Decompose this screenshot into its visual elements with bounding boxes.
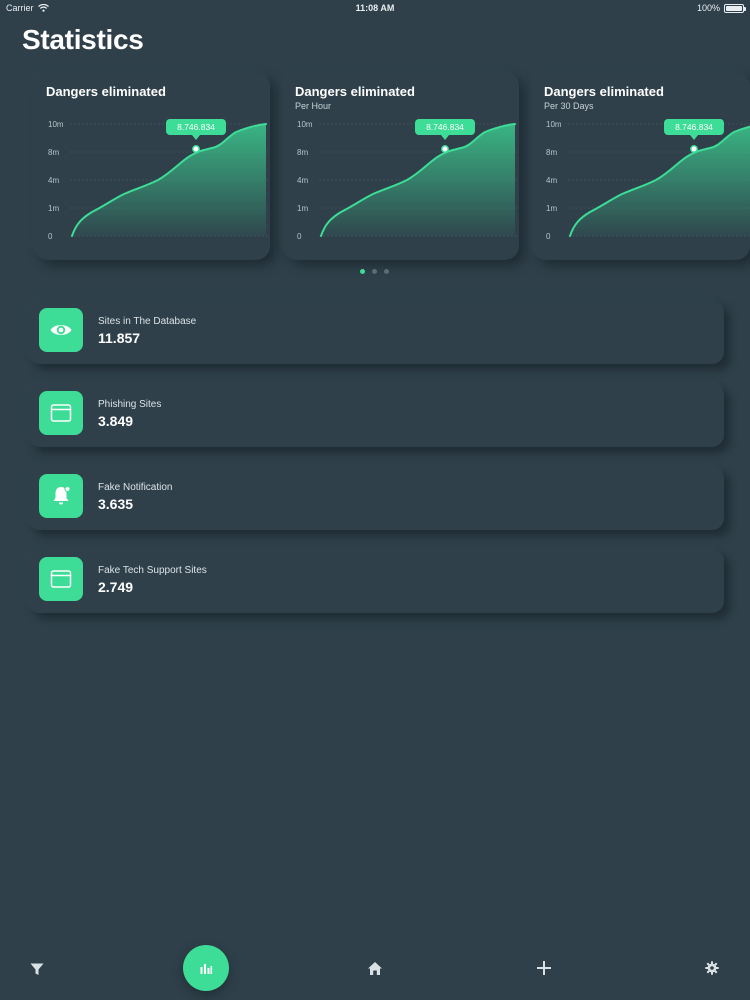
stat-value: 3.635	[98, 496, 134, 512]
home-icon	[368, 961, 382, 975]
eye-icon	[39, 308, 83, 352]
tooltip-pointer	[192, 135, 200, 140]
battery-percent: 100%	[696, 3, 720, 13]
bar-chart-icon	[200, 964, 213, 974]
stat-value: 11.857	[98, 330, 141, 346]
card-subtitle: Per 30 Days	[544, 101, 594, 111]
area-chart: 10m 8m 4m 1m 0 8.746.834	[48, 119, 270, 241]
page-title: Statistics	[22, 24, 144, 55]
stat-row-fake-tech-support[interactable]: Fake Tech Support Sites 2.749	[28, 549, 724, 613]
browser-window-icon	[39, 557, 83, 601]
chart-area	[72, 124, 266, 236]
tab-bar	[0, 940, 750, 1000]
stat-label: Sites in The Database	[98, 316, 197, 327]
tab-add[interactable]	[533, 957, 555, 979]
y-axis-label: 4m	[297, 176, 308, 185]
battery-icon	[724, 3, 746, 13]
y-axis-label: 0	[546, 232, 551, 241]
highlight-point	[690, 145, 698, 153]
tab-filter[interactable]	[26, 958, 48, 980]
bell-icon	[39, 474, 83, 518]
stat-value: 2.749	[98, 579, 134, 595]
y-axis-label: 8m	[546, 148, 557, 157]
browser-window-icon	[39, 391, 83, 435]
stat-row-phishing-sites[interactable]: Phishing Sites 3.849	[28, 383, 724, 447]
card-subtitle: Per Hour	[295, 101, 332, 111]
tooltip-pointer	[690, 135, 698, 140]
card-title: Dangers eliminated	[46, 84, 166, 99]
y-axis-label: 4m	[546, 176, 557, 185]
stat-label: Fake Notification	[98, 482, 173, 493]
y-axis-label: 1m	[48, 204, 59, 213]
tooltip-value: 8.746.834	[675, 122, 713, 132]
stat-row-fake-notification[interactable]: Fake Notification 3.635	[28, 466, 724, 530]
page-dot[interactable]	[384, 269, 389, 274]
chart-card-2[interactable]: Dangers eliminated Per 30 Days 10m 8m 4m 1m…	[532, 72, 750, 260]
battery-indicator: 100%	[696, 3, 746, 13]
tooltip-value: 8.746.834	[177, 122, 215, 132]
y-axis-label: 8m	[48, 148, 59, 157]
status-bar: Carrier 11:08 AM 100%	[0, 0, 750, 16]
stat-label: Phishing Sites	[98, 399, 162, 410]
highlight-point	[192, 145, 200, 153]
tab-settings[interactable]	[701, 957, 723, 979]
y-axis-label: 1m	[297, 204, 308, 213]
page-dot[interactable]	[360, 269, 365, 274]
plus-icon	[537, 961, 551, 975]
y-axis-label: 0	[297, 232, 302, 241]
y-axis-label: 4m	[48, 176, 59, 185]
chart-card-0[interactable]: Dangers eliminated 10m 8m 4m 1m 0 8.746.834	[34, 72, 270, 260]
y-axis-label: 10m	[297, 120, 313, 129]
card-title: Dangers eliminated	[544, 84, 664, 99]
card-title: Dangers eliminated	[295, 84, 415, 99]
stat-row-sites-in-database[interactable]: Sites in The Database 11.857	[28, 300, 724, 364]
y-axis-label: 0	[48, 232, 53, 241]
tab-home[interactable]	[364, 957, 386, 979]
gear-icon	[705, 961, 719, 975]
filter-icon	[30, 963, 44, 975]
y-axis-label: 1m	[546, 204, 557, 213]
y-axis-label: 8m	[297, 148, 308, 157]
tooltip-value: 8.746.834	[426, 122, 464, 132]
tab-statistics[interactable]	[183, 945, 229, 991]
y-axis-label: 10m	[48, 120, 64, 129]
y-axis-label: 10m	[546, 120, 562, 129]
tooltip-pointer	[441, 135, 449, 140]
area-chart: 10m 8m 4m 1m 0 8.746.834	[297, 119, 519, 241]
highlight-point	[441, 145, 449, 153]
stat-label: Fake Tech Support Sites	[98, 565, 207, 576]
chart-area	[321, 124, 515, 236]
area-chart: 10m 8m 4m 1m 0 8.746.834	[546, 119, 750, 241]
stat-value: 3.849	[98, 413, 134, 429]
page-indicator[interactable]	[360, 269, 389, 274]
page-dot[interactable]	[372, 269, 377, 274]
status-time: 11:08 AM	[355, 3, 395, 13]
chart-card-1[interactable]: Dangers eliminated Per Hour 10m 8m 4m 1m 0 8.…	[283, 72, 519, 260]
